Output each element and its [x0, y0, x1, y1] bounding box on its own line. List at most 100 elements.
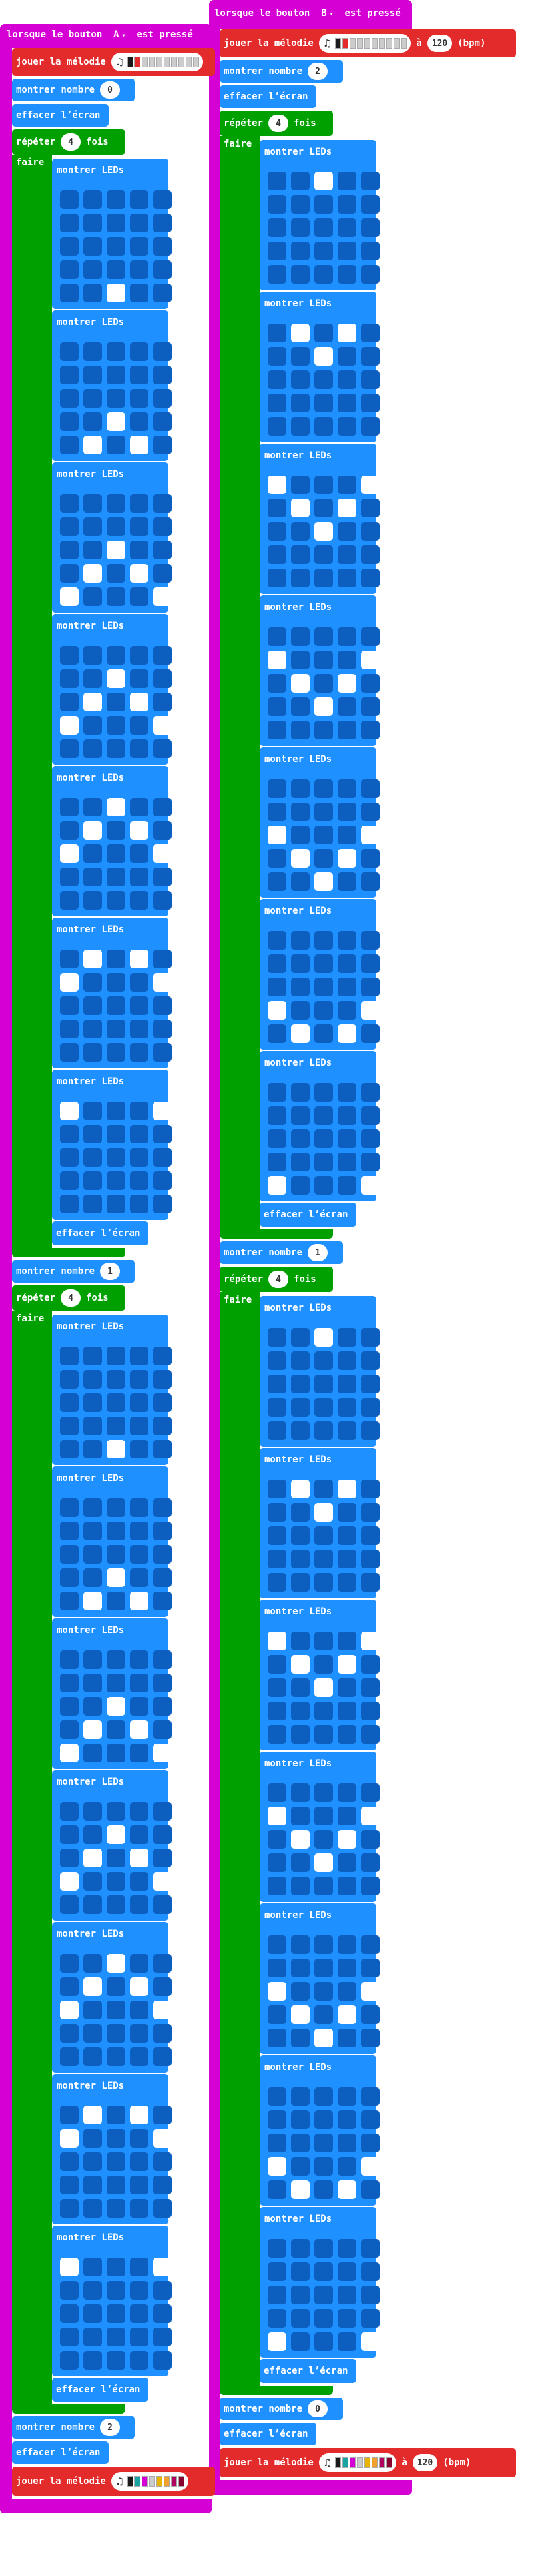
- led-cell[interactable]: [361, 1982, 380, 2001]
- tempo-input[interactable]: 120: [427, 35, 453, 52]
- led-cell[interactable]: [60, 2176, 79, 2194]
- led-cell[interactable]: [83, 716, 102, 735]
- led-cell[interactable]: [107, 436, 125, 454]
- led-cell[interactable]: [107, 1954, 125, 1973]
- led-cell[interactable]: [60, 1195, 79, 1213]
- led-cell[interactable]: [60, 190, 79, 209]
- led-cell[interactable]: [338, 872, 356, 891]
- led-cell[interactable]: [130, 1895, 148, 1914]
- led-cell[interactable]: [314, 2309, 333, 2328]
- led-cell[interactable]: [291, 347, 310, 366]
- clear-screen-block[interactable]: effacer l’écran: [52, 2378, 148, 2402]
- led-cell[interactable]: [60, 517, 79, 536]
- led-cell[interactable]: [130, 1043, 148, 1062]
- led-cell[interactable]: [314, 1503, 333, 1522]
- led-cell[interactable]: [83, 1545, 102, 1564]
- led-cell[interactable]: [130, 868, 148, 886]
- led-cell[interactable]: [361, 2157, 380, 2176]
- led-cell[interactable]: [60, 494, 79, 513]
- led-cell[interactable]: [314, 347, 333, 366]
- led-cell[interactable]: [268, 545, 286, 564]
- led-cell[interactable]: [268, 324, 286, 342]
- led-cell[interactable]: [291, 2239, 310, 2258]
- led-cell[interactable]: [338, 1351, 356, 1370]
- led-cell[interactable]: [107, 1125, 125, 1143]
- led-cell[interactable]: [338, 779, 356, 798]
- led-cell[interactable]: [361, 1328, 380, 1347]
- led-cell[interactable]: [314, 2286, 333, 2304]
- led-cell[interactable]: [60, 1849, 79, 1867]
- led-cell[interactable]: [268, 1655, 286, 1674]
- led-cell[interactable]: [314, 1106, 333, 1125]
- led-cell[interactable]: [107, 2351, 125, 2370]
- play-melody-block[interactable]: jouer la mélodie ♫: [12, 2467, 215, 2496]
- led-cell[interactable]: [361, 2087, 380, 2106]
- led-cell[interactable]: [291, 324, 310, 342]
- led-cell[interactable]: [83, 844, 102, 863]
- led-cell[interactable]: [60, 1148, 79, 1167]
- led-cell[interactable]: [291, 522, 310, 541]
- led-cell[interactable]: [338, 849, 356, 868]
- led-cell[interactable]: [361, 954, 380, 973]
- led-cell[interactable]: [338, 674, 356, 693]
- led-cell[interactable]: [83, 2001, 102, 2019]
- led-cell[interactable]: [268, 1083, 286, 1102]
- led-cell[interactable]: [83, 1522, 102, 1540]
- led-cell[interactable]: [338, 1853, 356, 1872]
- show-leds-block[interactable]: montrer LEDs: [260, 292, 380, 442]
- led-cell[interactable]: [153, 2152, 172, 2171]
- led-cell[interactable]: [107, 1697, 125, 1716]
- led-cell[interactable]: [268, 476, 286, 494]
- led-cell[interactable]: [268, 627, 286, 646]
- led-cell[interactable]: [338, 2180, 356, 2199]
- led-cell[interactable]: [291, 1632, 310, 1650]
- led-cell[interactable]: [83, 517, 102, 536]
- led-cell[interactable]: [130, 1020, 148, 1038]
- led-cell[interactable]: [130, 821, 148, 840]
- led-cell[interactable]: [83, 1744, 102, 1762]
- led-cell[interactable]: [268, 265, 286, 284]
- led-cell[interactable]: [361, 1503, 380, 1522]
- led-cell[interactable]: [107, 1522, 125, 1540]
- show-number-block[interactable]: montrer nombre 2: [12, 2416, 135, 2439]
- led-cell[interactable]: [153, 1592, 172, 1610]
- led-cell[interactable]: [60, 716, 79, 735]
- led-cell[interactable]: [83, 2328, 102, 2346]
- led-cell[interactable]: [153, 541, 172, 559]
- led-cell[interactable]: [314, 1129, 333, 1148]
- led-cell[interactable]: [314, 1573, 333, 1592]
- led-cell[interactable]: [268, 1830, 286, 1849]
- led-cell[interactable]: [83, 1895, 102, 1914]
- led-cell[interactable]: [268, 1982, 286, 2001]
- led-cell[interactable]: [83, 1440, 102, 1458]
- led-cell[interactable]: [153, 2024, 172, 2043]
- led-cell[interactable]: [314, 2262, 333, 2281]
- show-leds-block[interactable]: montrer LEDs: [52, 766, 172, 916]
- clear-screen-block[interactable]: effacer l’écran: [260, 1203, 356, 1227]
- show-leds-block[interactable]: montrer LEDs: [52, 1315, 172, 1465]
- led-cell[interactable]: [83, 1697, 102, 1716]
- repeat-block[interactable]: répéter 4 fois: [220, 111, 333, 136]
- led-cell[interactable]: [60, 1568, 79, 1587]
- led-cell[interactable]: [268, 2134, 286, 2152]
- show-leds-block[interactable]: montrer LEDs: [260, 2207, 380, 2358]
- led-cell[interactable]: [83, 1148, 102, 1167]
- led-cell[interactable]: [107, 389, 125, 408]
- led-cell[interactable]: [314, 1959, 333, 1977]
- led-cell[interactable]: [268, 1328, 286, 1347]
- led-cell[interactable]: [60, 1872, 79, 1891]
- play-melody-block[interactable]: jouer la mélodie ♫ à 120 (bpm): [220, 29, 516, 57]
- led-cell[interactable]: [83, 1102, 102, 1120]
- led-cell[interactable]: [338, 1959, 356, 1977]
- led-cell[interactable]: [314, 1678, 333, 1697]
- led-cell[interactable]: [291, 1421, 310, 1440]
- led-cell[interactable]: [268, 651, 286, 669]
- led-cell[interactable]: [291, 1678, 310, 1697]
- led-cell[interactable]: [268, 1024, 286, 1043]
- led-cell[interactable]: [130, 564, 148, 583]
- led-cell[interactable]: [153, 1720, 172, 1739]
- led-cell[interactable]: [107, 366, 125, 384]
- led-cell[interactable]: [314, 1702, 333, 1720]
- led-cell[interactable]: [291, 1001, 310, 1020]
- led-cell[interactable]: [268, 1632, 286, 1650]
